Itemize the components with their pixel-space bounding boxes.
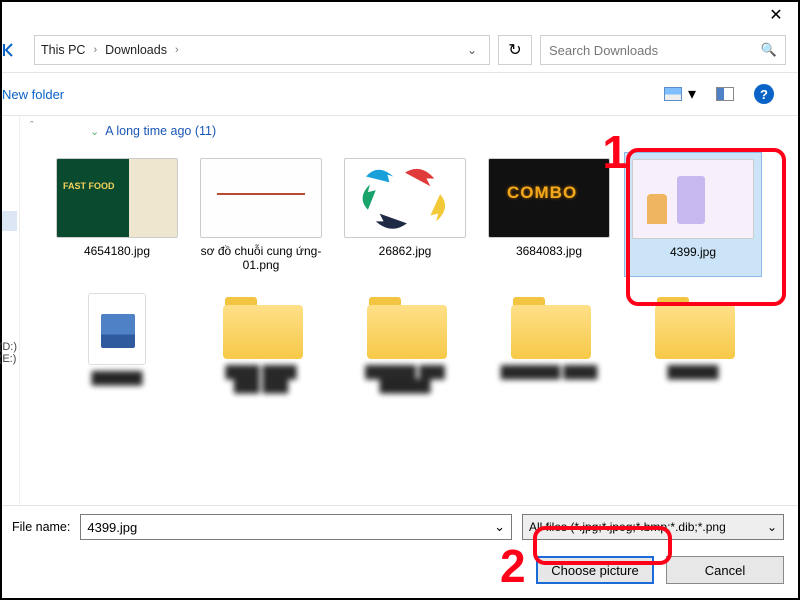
chevron-down-icon: ⌄ (90, 125, 99, 138)
file-thumbnail (632, 159, 754, 239)
file-name: ████ ███████ ███ (225, 365, 296, 394)
refresh-button[interactable]: ↻ (498, 35, 532, 65)
sidebar-drive[interactable]: (D:) (0, 341, 17, 353)
chevron-right-icon: › (175, 44, 179, 56)
refresh-icon: ↻ (508, 40, 521, 60)
chevron-down-icon[interactable]: ⌄ (494, 519, 505, 535)
chevron-down-icon: ▾ (688, 84, 696, 104)
file-thumbnail (56, 158, 178, 238)
file-thumbnail (488, 158, 610, 238)
close-button[interactable]: ✕ (754, 2, 798, 30)
file-item[interactable]: sơ đồ chuỗi cung ứng-01.png (192, 152, 330, 277)
file-item[interactable]: 26862.jpg (336, 152, 474, 277)
new-folder-button[interactable]: New folder (2, 87, 64, 102)
file-name: sơ đồ chuỗi cung ứng-01.png (196, 244, 326, 273)
file-item[interactable]: ██████ (624, 287, 762, 398)
file-name: ██████ (667, 365, 718, 379)
file-item-selected[interactable]: 4399.jpg (624, 152, 762, 277)
sidebar-drive[interactable]: (E:) (0, 353, 17, 365)
folder-icon (651, 293, 735, 359)
file-thumbnail (344, 158, 466, 238)
preview-pane-button[interactable] (706, 83, 744, 105)
search-icon: 🔍 (761, 42, 777, 58)
folder-icon (363, 293, 447, 359)
filename-label: File name: (12, 520, 70, 534)
file-item[interactable]: ██████ (48, 287, 186, 398)
file-item[interactable]: ████ ███████ ███ (192, 287, 330, 398)
chevron-down-icon[interactable]: ⌄ (461, 43, 483, 57)
file-name: 4654180.jpg (84, 244, 150, 258)
file-list[interactable]: ˆ ⌄ A long time ago (11) 4654180.jpg sơ … (20, 116, 798, 516)
folder-icon (507, 293, 591, 359)
group-label: A long time ago (11) (105, 124, 216, 138)
filename-value: 4399.jpg (87, 520, 137, 535)
file-name: ██████ █████████ (365, 365, 445, 394)
file-name: ███████ ████ (501, 365, 598, 379)
file-item[interactable]: ██████ █████████ (336, 287, 474, 398)
back-icon[interactable] (2, 42, 18, 58)
file-type-filter-label: All files (*.jpg;*.jpeg;*.bmp;*.dib;*.pn… (529, 520, 726, 534)
thumbnail-icon (664, 87, 682, 101)
help-button[interactable]: ? (744, 80, 784, 108)
file-type-filter[interactable]: All files (*.jpg;*.jpeg;*.bmp;*.dib;*.pn… (522, 514, 784, 540)
sidebar-selected-item[interactable] (2, 211, 17, 231)
breadcrumb-segment[interactable]: Downloads (105, 43, 167, 57)
help-icon: ? (754, 84, 774, 104)
file-name: 4399.jpg (670, 245, 716, 259)
file-item[interactable]: ███████ ████ (480, 287, 618, 398)
image-file-icon (88, 293, 146, 365)
file-item[interactable]: 3684083.jpg (480, 152, 618, 277)
search-input[interactable]: Search Downloads 🔍 (540, 35, 786, 65)
view-mode-button[interactable]: ▾ (654, 80, 706, 108)
breadcrumb[interactable]: This PC › Downloads › ⌄ (34, 35, 490, 65)
group-header[interactable]: ⌄ A long time ago (11) (90, 124, 788, 138)
breadcrumb-segment[interactable]: This PC (41, 43, 85, 57)
chevron-right-icon: › (93, 44, 97, 56)
file-thumbnail (200, 158, 322, 238)
filename-input[interactable]: 4399.jpg ⌄ (80, 514, 512, 540)
preview-pane-icon (716, 87, 734, 101)
file-name: 26862.jpg (379, 244, 432, 258)
choose-picture-button[interactable]: Choose picture (536, 556, 654, 584)
file-name: 3684083.jpg (516, 244, 582, 258)
folder-icon (219, 293, 303, 359)
scroll-up-icon[interactable]: ˆ (30, 120, 34, 132)
file-item[interactable]: 4654180.jpg (48, 152, 186, 277)
search-placeholder: Search Downloads (549, 43, 761, 58)
nav-sidebar[interactable]: (D:) (E:) (2, 116, 20, 516)
cancel-button[interactable]: Cancel (666, 556, 784, 584)
file-name: ██████ (91, 371, 142, 385)
chevron-down-icon: ⌄ (767, 520, 777, 534)
